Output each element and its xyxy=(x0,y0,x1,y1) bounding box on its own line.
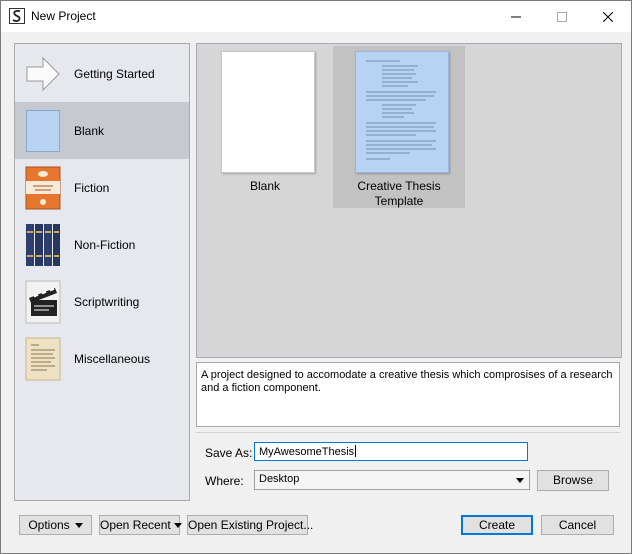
divider xyxy=(196,432,620,433)
books-icon xyxy=(26,224,60,266)
options-button[interactable]: Options xyxy=(19,515,92,535)
open-existing-project-label: Open Existing Project... xyxy=(188,518,314,532)
open-recent-button-label: Open Recent xyxy=(100,518,171,532)
parchment-icon xyxy=(25,337,61,381)
template-creative-thesis[interactable]: Creative Thesis Template xyxy=(333,46,465,208)
create-button[interactable]: Create xyxy=(461,515,533,535)
text-cursor xyxy=(355,445,357,457)
minimize-button[interactable] xyxy=(493,1,539,32)
options-button-label: Options xyxy=(28,518,70,532)
close-icon xyxy=(603,11,613,22)
cancel-button-label: Cancel xyxy=(558,518,597,532)
maximize-button[interactable] xyxy=(539,1,585,32)
sidebar-item-label: Non-Fiction xyxy=(74,238,136,252)
chevron-down-icon xyxy=(74,523,83,528)
sidebar-item-label: Miscellaneous xyxy=(74,352,151,366)
chevron-down-icon xyxy=(516,478,524,483)
novel-book-icon xyxy=(25,166,61,210)
minimize-icon xyxy=(511,16,521,17)
thesis-preview-icon xyxy=(366,60,436,160)
template-blank[interactable]: Blank xyxy=(199,46,331,208)
template-thumbnail xyxy=(355,51,449,173)
sidebar-item-getting-started[interactable]: Getting Started xyxy=(15,45,189,102)
scrivener-icon xyxy=(9,8,25,24)
sidebar-item-label: Scriptwriting xyxy=(74,295,140,309)
new-project-window: New Project Getting Started Blank Fictio… xyxy=(0,0,632,554)
sidebar-item-miscellaneous[interactable]: Miscellaneous xyxy=(15,330,189,387)
save-as-value: MyAwesomeThesis xyxy=(259,446,355,458)
sidebar-item-label: Blank xyxy=(74,124,105,138)
open-recent-button[interactable]: Open Recent xyxy=(99,515,182,535)
chevron-down-icon xyxy=(173,523,182,528)
sidebar-item-non-fiction[interactable]: Non-Fiction xyxy=(15,216,189,273)
open-existing-project-button[interactable]: Open Existing Project... xyxy=(187,515,313,535)
sidebar-item-scriptwriting[interactable]: Scriptwriting xyxy=(15,273,189,330)
template-description: A project designed to accomodate a creat… xyxy=(201,369,613,394)
browse-button-label: Browse xyxy=(552,473,593,487)
where-label: Where: xyxy=(205,474,244,488)
where-dropdown[interactable]: Desktop xyxy=(254,470,530,490)
close-button[interactable] xyxy=(585,1,631,32)
save-as-label: Save As: xyxy=(205,446,253,460)
template-description-box: A project designed to accomodate a creat… xyxy=(196,362,620,427)
template-gallery: Blank Creative Thesis Template xyxy=(196,43,622,358)
sidebar-item-label: Getting Started xyxy=(74,67,155,81)
title-bar: New Project xyxy=(1,1,631,32)
template-label: Creative Thesis Template xyxy=(357,179,441,208)
cancel-button[interactable]: Cancel xyxy=(541,515,614,535)
clapperboard-icon xyxy=(25,280,61,324)
create-button-label: Create xyxy=(478,518,516,532)
category-sidebar: Getting Started Blank Fiction Non-Fictio… xyxy=(14,43,190,501)
sidebar-item-fiction[interactable]: Fiction xyxy=(15,159,189,216)
blank-page-icon xyxy=(26,110,60,152)
save-as-input[interactable]: MyAwesomeThesis xyxy=(254,442,528,461)
template-thumbnail xyxy=(221,51,315,173)
where-value: Desktop xyxy=(259,473,300,485)
window-title: New Project xyxy=(31,9,96,23)
arrow-icon xyxy=(26,56,60,92)
sidebar-item-label: Fiction xyxy=(74,181,110,195)
sidebar-item-blank[interactable]: Blank xyxy=(15,102,189,159)
browse-button[interactable]: Browse xyxy=(537,470,609,491)
maximize-icon xyxy=(557,11,567,22)
template-label: Blank xyxy=(249,179,281,193)
